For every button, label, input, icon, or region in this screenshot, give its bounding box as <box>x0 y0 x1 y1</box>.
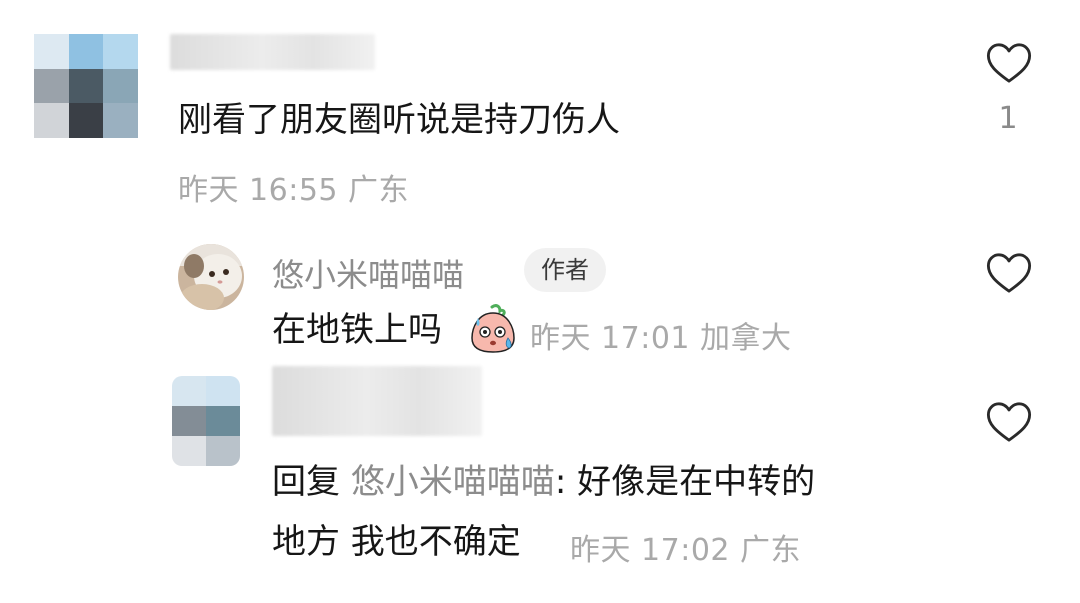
heart-outline-icon <box>986 253 1032 293</box>
reply-prefix: 回复 <box>272 462 351 502</box>
avatar-pixel <box>103 68 138 104</box>
avatar-pixel <box>34 68 69 104</box>
author-username[interactable]: 悠小米喵喵喵 <box>272 250 464 296</box>
like-button[interactable] <box>985 42 1033 84</box>
avatar-pixel <box>68 103 104 138</box>
like-button[interactable] <box>985 401 1033 443</box>
avatar-pixel <box>206 406 240 436</box>
avatar-pixel <box>172 436 206 466</box>
heart-outline-icon <box>986 402 1032 442</box>
reply-text-line1: 回复 悠小米喵喵喵: 好像是在中转的 <box>272 460 815 504</box>
avatar-pixel <box>206 436 240 466</box>
reply-meta: 昨天 17:01 加拿大 <box>530 321 792 356</box>
avatar-pixel <box>103 34 138 69</box>
reply-to-username[interactable]: 悠小米喵喵喵 <box>351 462 555 502</box>
comment-meta: 昨天 16:55 广东 <box>178 173 410 208</box>
avatar-pixel <box>103 103 138 138</box>
reply-body-line1: : 好像是在中转的 <box>554 462 816 502</box>
reply-meta: 昨天 17:02 广东 <box>570 533 802 568</box>
replier-avatar[interactable] <box>172 376 240 466</box>
avatar-pixel <box>34 34 69 69</box>
avatar-pixel <box>172 376 206 406</box>
comment-text: 刚看了朋友圈听说是持刀伤人 <box>178 100 620 140</box>
avatar-pixel <box>68 34 104 69</box>
sweating-face-emoji <box>471 304 515 353</box>
replier-name-blurred[interactable] <box>272 366 482 436</box>
reply-body-line2: 地方 我也不确定 <box>272 522 521 562</box>
commenter-avatar[interactable] <box>34 34 138 138</box>
avatar-pixel <box>206 376 240 406</box>
cat-photo-avatar <box>178 244 244 310</box>
author-badge: 作者 <box>524 248 606 292</box>
heart-outline-icon <box>986 43 1032 83</box>
avatar-pixel <box>68 68 104 104</box>
author-avatar[interactable] <box>178 244 244 310</box>
avatar-pixel <box>172 406 206 436</box>
avatar-pixel <box>34 103 69 138</box>
like-count: 1 <box>998 101 1018 136</box>
reply-text: 在地铁上吗 <box>272 310 442 350</box>
commenter-name-blurred[interactable] <box>170 34 375 70</box>
like-button[interactable] <box>985 252 1033 294</box>
